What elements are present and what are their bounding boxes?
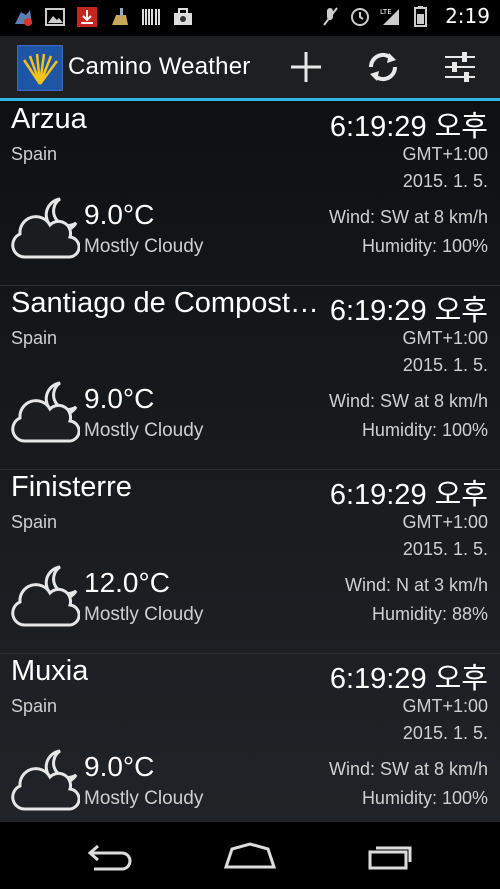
- svg-text:LTE: LTE: [380, 8, 392, 16]
- settings-button[interactable]: [440, 49, 480, 85]
- local-time: 6:19:29 오후: [329, 663, 488, 695]
- refresh-button[interactable]: [363, 49, 403, 85]
- city-name: Muxia: [11, 655, 89, 687]
- humidity-info: Humidity: 88%: [371, 604, 488, 624]
- local-date: 2015. 1. 5.: [402, 723, 488, 743]
- country-name: Spain: [11, 696, 58, 716]
- recents-icon: [368, 846, 412, 870]
- gmt-offset: GMT+1:00: [402, 144, 488, 164]
- temperature: 9.0°C: [84, 751, 155, 782]
- temperature: 9.0°C: [84, 199, 155, 230]
- location-card[interactable]: Santiago de Compost… 6:19:29 오후 Spain GM…: [0, 285, 500, 470]
- system-status: LTE 2:19: [319, 4, 490, 28]
- gmt-offset: GMT+1:00: [402, 696, 488, 716]
- notification-icons: [12, 6, 194, 28]
- briefcase-icon: [174, 8, 192, 25]
- app-notification-icon: [15, 10, 32, 26]
- add-location-button[interactable]: [286, 49, 326, 85]
- condition: Mostly Cloudy: [84, 604, 204, 625]
- city-name: Santiago de Compost…: [11, 287, 319, 319]
- mute-icon: [323, 7, 338, 26]
- gmt-offset: GMT+1:00: [402, 512, 488, 532]
- country-name: Spain: [11, 328, 58, 348]
- humidity-info: Humidity: 100%: [361, 788, 488, 808]
- back-icon: [87, 844, 132, 871]
- back-button[interactable]: [80, 838, 140, 874]
- city-name: Arzua: [11, 103, 87, 135]
- wind-info: Wind: SW at 8 km/h: [328, 207, 488, 227]
- local-time: 6:19:29 오후: [329, 111, 488, 143]
- cleaner-icon: [112, 8, 128, 25]
- cloud-moon-icon: [11, 381, 80, 443]
- local-time: 6:19:29 오후: [329, 295, 488, 327]
- recents-button[interactable]: [360, 838, 420, 874]
- location-card[interactable]: Finisterre 6:19:29 오후 Spain GMT+1:00 201…: [0, 469, 500, 654]
- image-icon: [45, 8, 65, 26]
- clock: 2:19: [445, 4, 490, 28]
- humidity-info: Humidity: 100%: [361, 420, 488, 440]
- app-title: Camino Weather: [68, 53, 251, 80]
- country-name: Spain: [11, 512, 58, 532]
- home-button[interactable]: [220, 838, 280, 874]
- add-icon: [291, 52, 321, 82]
- location-card[interactable]: Muxia 6:19:29 오후 Spain GMT+1:00 2015. 1.…: [0, 653, 500, 822]
- humidity-info: Humidity: 100%: [361, 236, 488, 256]
- condition: Mostly Cloudy: [84, 236, 204, 257]
- gmt-offset: GMT+1:00: [402, 328, 488, 348]
- location-card[interactable]: Arzua 6:19:29 오후 Spain GMT+1:00 2015. 1.…: [0, 101, 500, 286]
- wind-info: Wind: SW at 8 km/h: [328, 391, 488, 411]
- lte-signal-icon: LTE: [380, 8, 400, 25]
- app-bar: Camino Weather: [0, 36, 500, 101]
- settings-sliders-icon: [445, 52, 475, 82]
- app-logo-icon[interactable]: [17, 45, 63, 91]
- condition: Mostly Cloudy: [84, 420, 204, 441]
- cloud-moon-icon: [11, 749, 80, 811]
- local-time: 6:19:29 오후: [329, 479, 488, 511]
- location-list: Arzua 6:19:29 오후 Spain GMT+1:00 2015. 1.…: [0, 101, 500, 822]
- alarm-icon: [351, 8, 370, 26]
- navigation-bar: [0, 822, 500, 889]
- country-name: Spain: [11, 144, 58, 164]
- local-date: 2015. 1. 5.: [402, 171, 488, 191]
- cloud-moon-icon: [11, 197, 80, 259]
- temperature: 9.0°C: [84, 383, 155, 414]
- battery-icon: [414, 6, 428, 27]
- barcode-icon: [142, 9, 160, 25]
- temperature: 12.0°C: [84, 567, 170, 598]
- local-date: 2015. 1. 5.: [402, 539, 488, 559]
- home-icon: [223, 842, 277, 869]
- refresh-icon: [368, 52, 398, 82]
- city-name: Finisterre: [11, 471, 132, 503]
- download-icon: [77, 7, 97, 27]
- cloud-moon-icon: [11, 565, 80, 627]
- local-date: 2015. 1. 5.: [402, 355, 488, 375]
- wind-info: Wind: SW at 8 km/h: [328, 759, 488, 779]
- wind-info: Wind: N at 3 km/h: [344, 575, 488, 595]
- status-bar: LTE 2:19: [0, 0, 500, 36]
- condition: Mostly Cloudy: [84, 788, 204, 809]
